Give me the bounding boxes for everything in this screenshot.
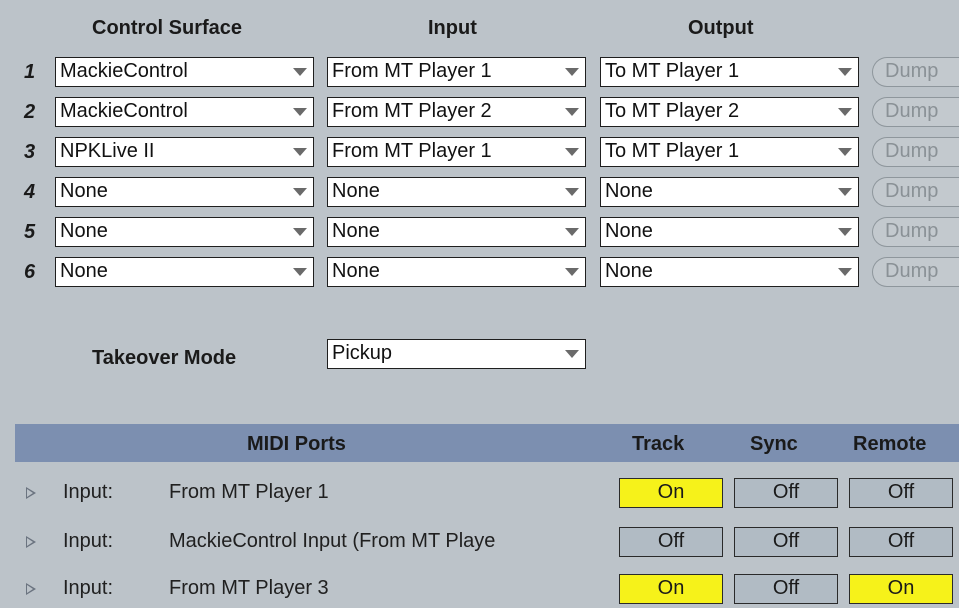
- input-dropdown[interactable]: From MT Player 1: [327, 57, 586, 87]
- sync-toggle[interactable]: Off: [734, 574, 838, 604]
- control-surface-header: Control Surface: [92, 17, 243, 39]
- control-surface-dropdown[interactable]: None: [55, 257, 314, 287]
- input-dropdown[interactable]: None: [327, 257, 586, 287]
- dropdown-arrow-icon: [838, 108, 852, 116]
- dropdown-arrow-icon: [293, 68, 307, 76]
- port-type-label: Input:: [63, 577, 114, 599]
- takeover-mode-label: Takeover Mode: [92, 347, 237, 369]
- track-toggle[interactable]: Off: [619, 527, 723, 557]
- row-number: 4: [24, 181, 36, 203]
- dropdown-value: NPKLive II: [60, 140, 155, 162]
- track-column-header: Track: [632, 433, 685, 455]
- dropdown-arrow-icon: [838, 228, 852, 236]
- dump-button[interactable]: Dump: [872, 177, 959, 207]
- port-type-label: Input:: [63, 530, 114, 552]
- input-dropdown[interactable]: None: [327, 217, 586, 247]
- dropdown-arrow-icon: [565, 350, 579, 358]
- midi-ports-header-band: MIDI Ports Track Sync Remote: [15, 424, 959, 462]
- midi-ports-header: MIDI Ports: [247, 433, 346, 455]
- dropdown-arrow-icon: [293, 228, 307, 236]
- dropdown-arrow-icon: [838, 68, 852, 76]
- track-toggle[interactable]: On: [619, 478, 723, 508]
- dropdown-value: None: [332, 260, 380, 282]
- dropdown-value: From MT Player 1: [332, 60, 492, 82]
- expand-triangle-icon[interactable]: [26, 487, 36, 499]
- control-surface-dropdown[interactable]: None: [55, 177, 314, 207]
- control-surface-dropdown[interactable]: NPKLive II: [55, 137, 314, 167]
- row-number: 1: [24, 61, 36, 83]
- dump-button[interactable]: Dump: [872, 97, 959, 127]
- dropdown-arrow-icon: [565, 188, 579, 196]
- dropdown-arrow-icon: [293, 188, 307, 196]
- dropdown-value: To MT Player 1: [605, 140, 740, 162]
- dropdown-value: None: [332, 180, 380, 202]
- dropdown-value: None: [60, 220, 108, 242]
- port-name: From MT Player 1: [169, 481, 329, 503]
- output-dropdown[interactable]: To MT Player 1: [600, 137, 859, 167]
- dropdown-arrow-icon: [838, 188, 852, 196]
- dropdown-value: MackieControl: [60, 60, 188, 82]
- port-type-label: Input:: [63, 481, 114, 503]
- dropdown-value: To MT Player 2: [605, 100, 740, 122]
- remote-column-header: Remote: [853, 433, 927, 455]
- input-dropdown[interactable]: From MT Player 1: [327, 137, 586, 167]
- takeover-mode-dropdown[interactable]: Pickup: [327, 339, 586, 369]
- dropdown-value: None: [332, 220, 380, 242]
- remote-toggle[interactable]: Off: [849, 478, 953, 508]
- dropdown-value: From MT Player 1: [332, 140, 492, 162]
- row-number: 2: [24, 101, 36, 123]
- output-dropdown[interactable]: None: [600, 257, 859, 287]
- dropdown-arrow-icon: [565, 268, 579, 276]
- dropdown-value: MackieControl: [60, 100, 188, 122]
- control-surface-dropdown[interactable]: MackieControl: [55, 97, 314, 127]
- dump-button[interactable]: Dump: [872, 137, 959, 167]
- dropdown-value: None: [60, 260, 108, 282]
- dropdown-arrow-icon: [838, 148, 852, 156]
- remote-toggle[interactable]: On: [849, 574, 953, 604]
- port-name: MackieControl Input (From MT Playe: [169, 530, 496, 552]
- output-dropdown[interactable]: To MT Player 1: [600, 57, 859, 87]
- row-number: 5: [24, 221, 36, 243]
- dump-button[interactable]: Dump: [872, 217, 959, 247]
- dropdown-value: Pickup: [332, 342, 393, 364]
- input-header: Input: [428, 17, 477, 39]
- output-dropdown[interactable]: None: [600, 217, 859, 247]
- dropdown-value: None: [60, 180, 108, 202]
- remote-toggle[interactable]: Off: [849, 527, 953, 557]
- track-toggle[interactable]: On: [619, 574, 723, 604]
- dropdown-value: None: [605, 220, 653, 242]
- row-number: 6: [24, 261, 36, 283]
- sync-toggle[interactable]: Off: [734, 478, 838, 508]
- control-surface-dropdown[interactable]: None: [55, 217, 314, 247]
- expand-triangle-icon[interactable]: [26, 583, 36, 595]
- output-dropdown[interactable]: To MT Player 2: [600, 97, 859, 127]
- sync-column-header: Sync: [750, 433, 798, 455]
- control-surface-dropdown[interactable]: MackieControl: [55, 57, 314, 87]
- dropdown-arrow-icon: [293, 108, 307, 116]
- output-header: Output: [688, 17, 754, 39]
- input-dropdown[interactable]: None: [327, 177, 586, 207]
- dropdown-arrow-icon: [293, 268, 307, 276]
- dropdown-arrow-icon: [565, 108, 579, 116]
- dropdown-value: None: [605, 260, 653, 282]
- input-dropdown[interactable]: From MT Player 2: [327, 97, 586, 127]
- dropdown-arrow-icon: [293, 148, 307, 156]
- dropdown-value: None: [605, 180, 653, 202]
- dropdown-arrow-icon: [838, 268, 852, 276]
- dump-button[interactable]: Dump: [872, 57, 959, 87]
- output-dropdown[interactable]: None: [600, 177, 859, 207]
- row-number: 3: [24, 141, 36, 163]
- dropdown-arrow-icon: [565, 228, 579, 236]
- dropdown-value: To MT Player 1: [605, 60, 740, 82]
- dump-button[interactable]: Dump: [872, 257, 959, 287]
- port-name: From MT Player 3: [169, 577, 329, 599]
- expand-triangle-icon[interactable]: [26, 536, 36, 548]
- sync-toggle[interactable]: Off: [734, 527, 838, 557]
- dropdown-arrow-icon: [565, 68, 579, 76]
- dropdown-value: From MT Player 2: [332, 100, 492, 122]
- dropdown-arrow-icon: [565, 148, 579, 156]
